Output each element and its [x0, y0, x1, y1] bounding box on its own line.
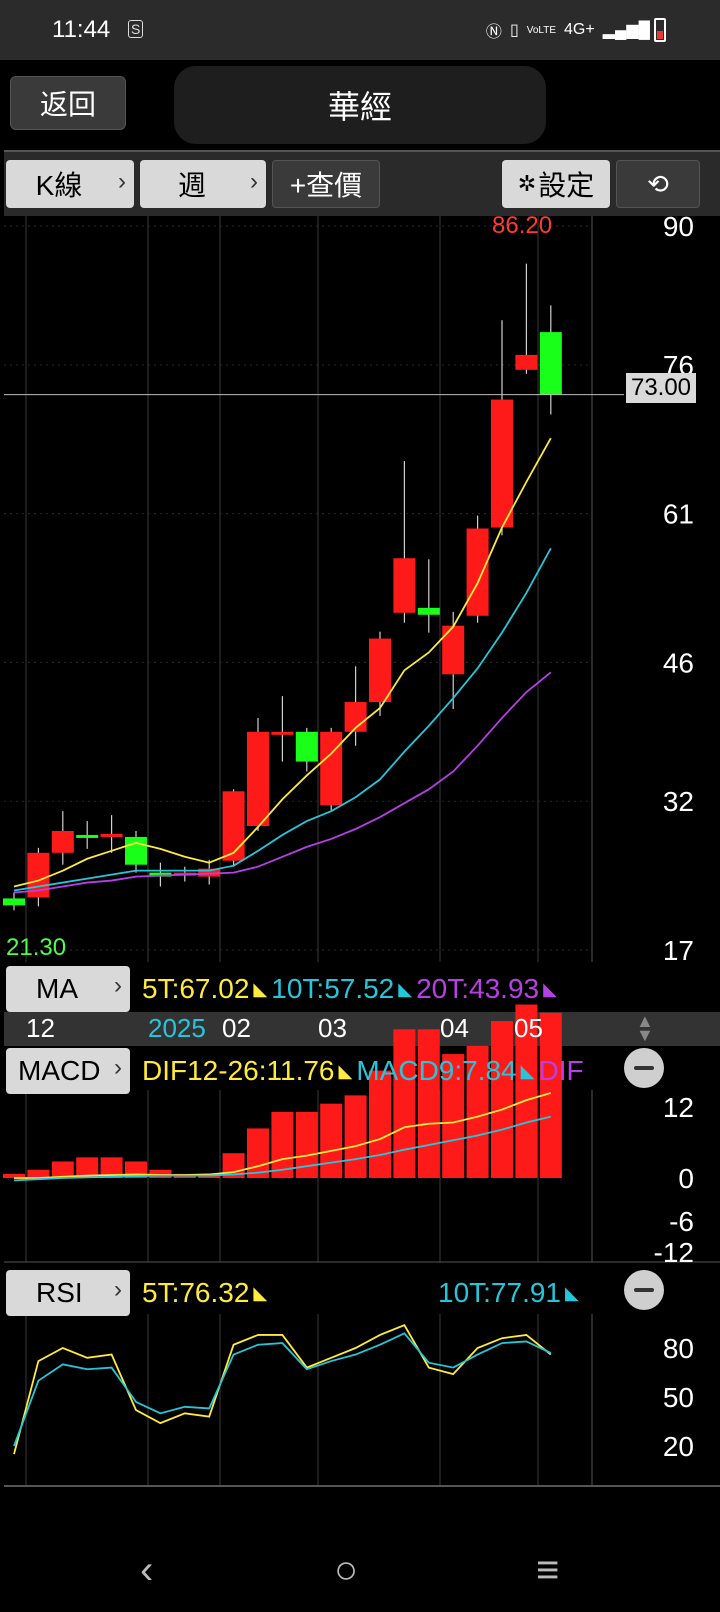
chevron-right-icon: › [114, 972, 122, 999]
ma-indicator-button[interactable]: MA › [6, 966, 130, 1012]
candle-body [320, 731, 343, 806]
ma-values: 5T:67.02 ◣ 10T:57.52 ◣ 20T:43.93 ◣ [142, 964, 561, 1014]
rsi-10t-value: 10T:77.91 [438, 1277, 561, 1308]
macd-histogram-bar [491, 1021, 513, 1178]
caret-icon: ◣ [565, 1282, 579, 1303]
candle-body [442, 625, 465, 675]
macd-label: MACD [18, 1055, 101, 1086]
rsi-10t-line [13, 1332, 552, 1447]
remove-macd-button[interactable] [624, 1048, 664, 1088]
low-price-label: 21.30 [6, 934, 67, 961]
macd-indicator-button[interactable]: MACD › [6, 1048, 130, 1094]
macd-histogram-bar [149, 1169, 172, 1178]
macd-dif-value: DIF12-26:11.76 [142, 1055, 335, 1086]
rsi-label: RSI [36, 1277, 83, 1308]
caret-icon: ◣ [338, 1060, 353, 1081]
rsi-tick-label: 80 [663, 1333, 694, 1364]
price-panel [4, 216, 592, 964]
ma-20t-value: 20T:43.93 [416, 973, 540, 1004]
time-label-03: 03 [318, 1013, 347, 1043]
rsi-5t: 5T:76.32 ◣ [142, 1268, 271, 1318]
candle-body [539, 332, 562, 395]
ma-10t-value: 10T:57.52 [271, 973, 395, 1004]
candle-body [271, 731, 294, 735]
candle-body [222, 791, 245, 861]
candle-body [100, 833, 123, 837]
candle-body [76, 834, 99, 838]
macd-histogram-bar [320, 1103, 343, 1178]
chart-canvas[interactable]: 907661463217 120-6-12 805020 [0, 0, 720, 1612]
macd-tick-label: -12 [654, 1237, 694, 1268]
ma-5t-value: 5T:67.02 [142, 973, 250, 1004]
candle-body [417, 607, 440, 615]
candle-body [491, 399, 513, 528]
macd-signal-value: MACD9:7.84 [356, 1055, 517, 1086]
price-tick-label: 32 [663, 786, 694, 817]
chevron-right-icon: › [114, 1276, 122, 1303]
candle-body [466, 528, 489, 616]
rsi-tick-label: 50 [663, 1382, 694, 1413]
time-label-12: 12 [26, 1013, 55, 1043]
macd-extra-value: DIF [538, 1055, 584, 1086]
macd-histogram-bar [51, 1161, 74, 1178]
sort-icon[interactable]: ▲ ▼ [636, 1012, 654, 1044]
chevron-right-icon: › [114, 1054, 122, 1081]
rsi-10t: 10T:77.91 ◣ [438, 1268, 583, 1318]
candle-body [295, 731, 318, 762]
high-price-label: 86.20 [492, 212, 553, 239]
candle-body [369, 638, 391, 703]
caret-icon: ◣ [398, 978, 413, 999]
rsi-5t-value: 5T:76.32 [142, 1277, 250, 1308]
caret-icon: ◣ [253, 978, 268, 999]
rsi-indicator-button[interactable]: RSI › [6, 1270, 130, 1316]
candle-body [125, 836, 147, 865]
macd-values: DIF12-26:11.76 ◣ MACD9:7.84 ◣ DIF [142, 1046, 592, 1096]
price-tick-label: 46 [663, 647, 694, 678]
nav-home-icon[interactable]: ○ [334, 1548, 358, 1593]
macd-tick-label: 12 [663, 1092, 694, 1123]
price-tick-label: 90 [663, 211, 694, 242]
caret-icon: ◣ [253, 1282, 268, 1303]
macd-histogram-bar [344, 1095, 367, 1178]
time-label-04: 04 [440, 1013, 469, 1043]
time-label-02: 02 [222, 1013, 251, 1043]
price-tick-label: 61 [663, 499, 694, 530]
rsi-5t-line [13, 1324, 552, 1455]
current-price-tag: 73.00 [626, 373, 696, 403]
nav-back-icon[interactable]: ‹ [140, 1548, 153, 1593]
time-label-05: 05 [514, 1013, 543, 1043]
macd-tick-label: -6 [669, 1206, 694, 1237]
ma-label: MA [36, 973, 78, 1004]
remove-rsi-button[interactable] [624, 1270, 664, 1310]
caret-icon: ◣ [520, 1060, 535, 1081]
nav-menu-icon[interactable]: ≡ [536, 1548, 559, 1593]
candle-body [247, 731, 269, 827]
system-navbar: ‹ ○ ≡ [0, 1530, 720, 1612]
candle-body [3, 898, 25, 906]
time-label-2025: 2025 [148, 1013, 206, 1043]
caret-icon: ◣ [543, 978, 557, 999]
time-axis-strip [4, 1012, 720, 1046]
rsi-tick-label: 20 [663, 1431, 694, 1462]
candle-body [51, 830, 74, 853]
macd-histogram-bar [247, 1128, 269, 1178]
candle-body [515, 354, 538, 370]
price-tick-label: 17 [663, 935, 694, 966]
macd-tick-label: 0 [678, 1163, 694, 1194]
candle-body [393, 558, 416, 613]
